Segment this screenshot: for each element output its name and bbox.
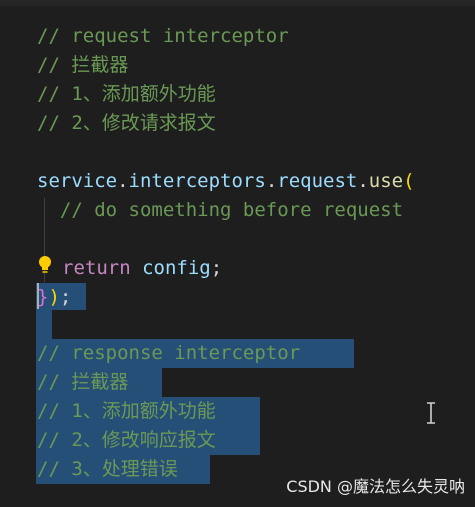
- token-semicolon: ;: [210, 257, 223, 279]
- code-line-comment: // request interceptor: [37, 25, 289, 47]
- code-editor[interactable]: // request interceptor // 拦截器 // 1、添加额外功…: [0, 0, 475, 507]
- token-semicolon: ;: [59, 286, 72, 308]
- code-line-comment: // 2、修改响应报文: [37, 429, 216, 451]
- text-cursor: [37, 283, 39, 309]
- token-dot: .: [117, 170, 129, 192]
- code-line-comment: // do something before request: [37, 199, 404, 221]
- code-line-comment: // 3、处理错误: [37, 458, 178, 480]
- token-request: request: [277, 170, 358, 192]
- ibeam-cursor-icon: [427, 402, 435, 424]
- code-line-close: });: [37, 283, 71, 312]
- token-config: config: [130, 257, 211, 279]
- token-use: use: [368, 170, 404, 192]
- editor-top-strip: [0, 0, 475, 6]
- token-service: service: [37, 170, 118, 192]
- code-line-comment: // 拦截器: [37, 371, 129, 393]
- code-line-service-use: service.interceptors.request.use(: [37, 167, 415, 196]
- code-line-return: return config;: [62, 254, 222, 283]
- watermark: CSDN @魔法怎么失灵呐: [286, 477, 465, 496]
- code-line-comment: // 2、修改请求报文: [37, 112, 216, 134]
- token-interceptors: interceptors: [128, 170, 266, 192]
- token-return: return: [62, 257, 131, 279]
- code-line-comment: // 拦截器: [37, 54, 129, 76]
- lightbulb-icon[interactable]: [38, 255, 52, 275]
- token-dot: .: [265, 170, 278, 192]
- token-open-paren: (: [403, 170, 415, 192]
- token-close-paren: ): [48, 286, 60, 308]
- code-line-comment: // 1、添加额外功能: [37, 400, 216, 422]
- selection-highlight: [36, 310, 52, 339]
- code-line-comment: // 1、添加额外功能: [37, 83, 216, 105]
- token-dot: .: [357, 170, 369, 192]
- code-line-comment: // response interceptor: [37, 342, 301, 364]
